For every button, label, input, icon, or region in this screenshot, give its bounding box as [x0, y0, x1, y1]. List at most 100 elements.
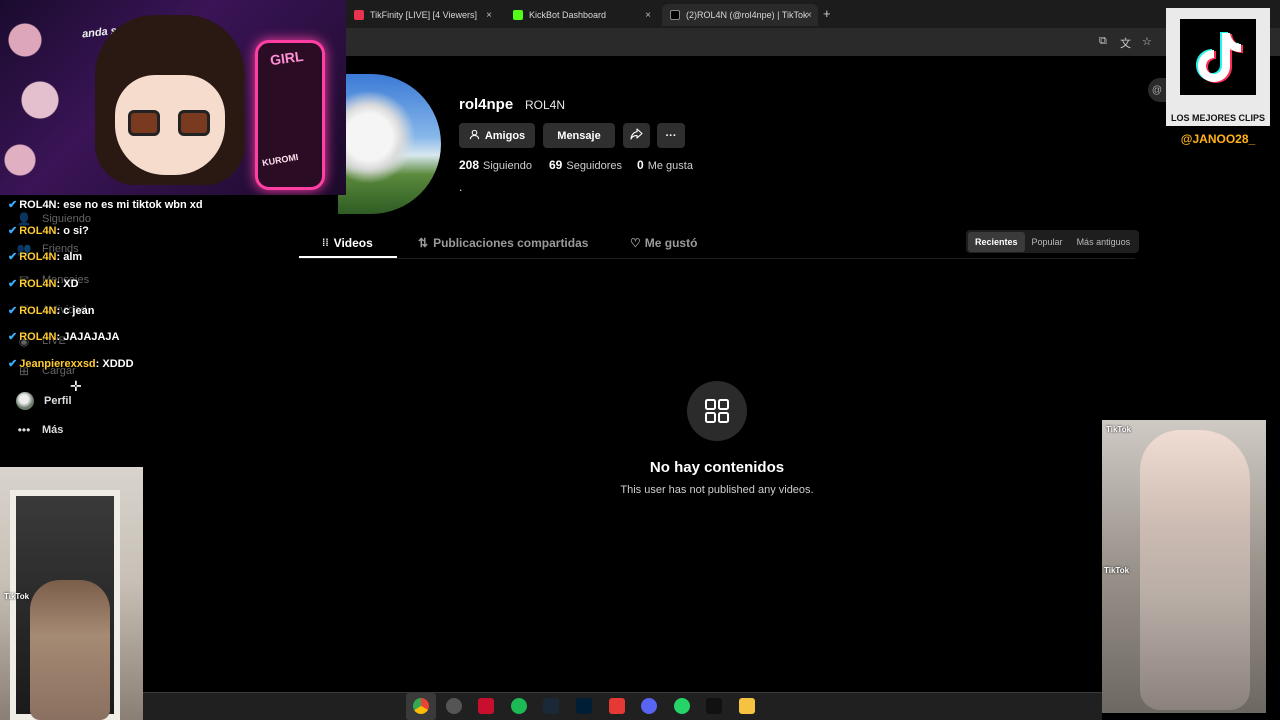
profile-avatar-icon — [16, 392, 34, 410]
following-stat[interactable]: 208 Siguiendo — [459, 158, 532, 172]
sidebar-label: Perfil — [44, 395, 72, 407]
character-eye-right — [178, 110, 210, 136]
new-tab-button[interactable]: + — [823, 6, 831, 21]
flowers-decoration — [0, 0, 80, 195]
chat-text: c jean — [63, 305, 95, 317]
message-button[interactable]: Mensaje — [543, 123, 615, 148]
kickbot-favicon — [513, 10, 523, 20]
friends-label: Amigos — [484, 129, 526, 142]
tiktok-favicon — [670, 10, 680, 20]
tab-label: KickBot Dashboard — [529, 10, 607, 20]
chat-text: o si? — [63, 225, 89, 237]
verified-icon: ✔ — [8, 225, 18, 237]
profile-nickname: ROL4N — [525, 98, 566, 112]
translate-icon[interactable]: 文 — [1120, 35, 1131, 51]
following-label: Siguiendo — [483, 160, 532, 172]
move-cursor-icon: ✛ — [70, 378, 82, 394]
empty-state-subtitle: This user has not published any videos. — [620, 484, 814, 496]
install-icon[interactable]: ⧉ — [1099, 35, 1107, 48]
chat-text: XD — [63, 278, 79, 290]
obs-icon[interactable] — [446, 698, 462, 714]
tab-liked-label: Me gustó — [644, 236, 698, 250]
sidebar-item-profile[interactable]: Perfil — [16, 392, 72, 410]
chat-user: ROL4N — [19, 251, 57, 263]
chat-user: ROL4N — [19, 278, 57, 290]
discord-icon[interactable] — [641, 698, 657, 714]
likes-count: 0 — [637, 158, 644, 172]
tab-tikfinity[interactable]: TikFinity [LIVE] [4 Viewers] × — [346, 4, 498, 26]
verified-icon: ✔ — [8, 199, 18, 211]
chat-message: ✔ ROL4N: c jean — [8, 305, 95, 317]
verified-icon: ✔ — [8, 331, 18, 343]
more-options-button[interactable]: ··· — [657, 123, 685, 148]
followers-stat[interactable]: 69 Seguidores — [549, 158, 622, 172]
close-icon[interactable]: × — [486, 10, 492, 21]
chat-text: XDDD — [102, 358, 134, 370]
likes-stat: 0 Me gusta — [637, 158, 693, 172]
tab-videos[interactable]: ⁞⁞ Videos — [322, 236, 373, 250]
file-explorer-icon[interactable] — [739, 698, 755, 714]
chat-user: ROL4N — [19, 199, 57, 211]
verified-icon: ✔ — [8, 251, 18, 263]
likes-label: Me gusta — [647, 160, 693, 172]
clip-right-person — [1140, 430, 1250, 710]
vtuber-overlay: anda sen GIRL KUROMI — [0, 0, 346, 195]
chat-message: ✔ ROL4N: XD — [8, 278, 79, 290]
share-icon — [630, 128, 643, 143]
star-icon[interactable]: ☆ — [1142, 35, 1152, 48]
whatsapp-icon[interactable] — [674, 698, 690, 714]
repost-icon: ⇅ — [418, 236, 429, 250]
clips-label: LOS MEJORES CLIPS — [1170, 113, 1266, 123]
profile-username: rol4npe — [459, 96, 514, 113]
chat-text: ese no es mi tiktok wbn xd — [63, 199, 203, 211]
close-icon[interactable]: × — [806, 10, 812, 21]
clip-left-person — [30, 580, 110, 720]
chat-text: JAJAJAJA — [63, 331, 120, 343]
tab-reposts[interactable]: ⇅ Publicaciones compartidas — [418, 236, 588, 250]
following-count: 208 — [459, 158, 480, 172]
tiktok-icon[interactable] — [706, 698, 722, 714]
steam-icon[interactable] — [543, 698, 559, 714]
share-button[interactable] — [623, 123, 650, 148]
more-icon: ••• — [17, 423, 31, 437]
tab-kickbot[interactable]: KickBot Dashboard × — [505, 4, 657, 26]
friends-button[interactable]: Amigos — [459, 123, 535, 148]
chat-user: ROL4N — [19, 225, 57, 237]
chat-message: ✔ Jeanpierexxsd: XDDD — [8, 358, 134, 370]
sidebar-item-more[interactable]: ••• Más — [16, 423, 64, 437]
tab-liked[interactable]: ♡ Me gustó — [630, 236, 697, 250]
profile-bio: . — [459, 180, 463, 194]
chat-message: ✔ ROL4N: ese no es mi tiktok wbn xd — [8, 199, 203, 211]
sort-oldest-button[interactable]: Más antiguos — [1070, 232, 1138, 252]
chrome-icon[interactable] — [413, 698, 429, 714]
record-icon[interactable] — [609, 698, 625, 714]
chat-message: ✔ ROL4N: alm — [8, 251, 83, 263]
verified-icon: ✔ — [8, 305, 18, 317]
sort-popular-button[interactable]: Popular — [1025, 232, 1070, 252]
chat-user: Jeanpierexxsd — [19, 358, 96, 370]
tiktok-watermark: TikTok — [4, 592, 30, 601]
tabs-divider — [299, 258, 1135, 259]
close-icon[interactable]: × — [645, 10, 651, 21]
photoshop-icon[interactable] — [576, 698, 592, 714]
message-label: Mensaje — [557, 129, 601, 142]
sort-recent-button[interactable]: Recientes — [968, 231, 1025, 252]
vpn-icon[interactable] — [478, 698, 494, 714]
tiktok-watermark: TikTok — [1106, 425, 1132, 434]
tab-reposts-label: Publicaciones compartidas — [433, 236, 589, 250]
grid-lines-icon: ⁞⁞ — [322, 237, 329, 249]
tab-videos-label: Videos — [333, 236, 373, 250]
tiktok-logo-icon — [1180, 19, 1256, 95]
followers-label: Seguidores — [566, 160, 623, 172]
chat-text: alm — [63, 251, 83, 263]
chat-user: ROL4N — [19, 305, 57, 317]
empty-state-title: No hay contenidos — [649, 459, 785, 476]
edge-button[interactable]: @ — [1148, 78, 1166, 102]
character-eye-left — [128, 110, 160, 136]
chat-message: ✔ ROL4N: JAJAJAJA — [8, 331, 120, 343]
heart-icon: ♡ — [630, 236, 641, 250]
verified-icon: ✔ — [8, 358, 18, 370]
tab-tiktok[interactable]: (2)ROL4N (@rol4npe) | TikTok × — [662, 4, 818, 26]
friends-icon — [469, 129, 480, 143]
spotify-icon[interactable] — [511, 698, 527, 714]
